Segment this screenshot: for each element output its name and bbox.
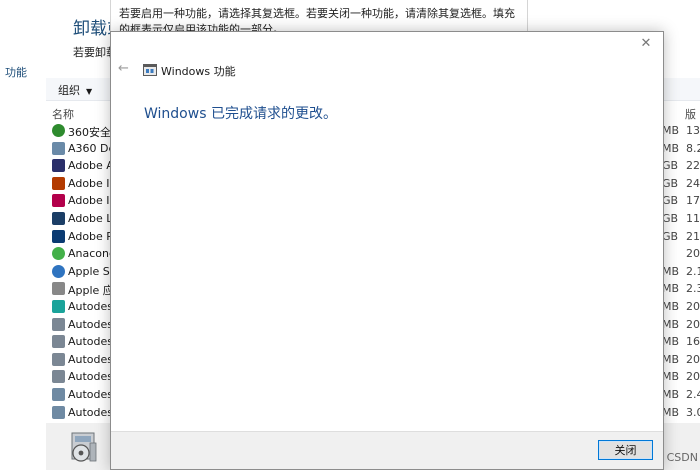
program-name: 360安全: [68, 126, 111, 139]
column-header-name[interactable]: 名称: [52, 106, 74, 122]
back-arrow-icon[interactable]: ←: [118, 61, 129, 76]
program-name: Autodes: [68, 335, 114, 349]
program-version: 17.: [686, 194, 700, 208]
eye-icon: [52, 141, 65, 155]
program-version: 3.0: [686, 405, 700, 419]
program-version: 13.: [686, 124, 700, 137]
program-size: GB: [662, 229, 679, 243]
program-name: Autodes: [68, 388, 114, 401]
watermark-text: CSDN: [666, 451, 698, 464]
program-name: Autodes: [68, 317, 114, 331]
sidebar-link-features[interactable]: 功能: [5, 64, 27, 80]
chevron-down-icon: ▼: [86, 87, 93, 96]
program-version: 8.2: [686, 141, 700, 155]
program-name: Autodes: [68, 370, 114, 384]
program-name: Adobe I: [68, 194, 110, 208]
shield-360-icon: [52, 124, 65, 137]
program-name: Adobe L: [68, 212, 113, 225]
program-version: 24.: [686, 176, 700, 190]
program-size: MB: [662, 300, 680, 313]
program-name: Adobe P: [68, 229, 113, 243]
program-name: Apple Sc: [68, 264, 116, 278]
apple-logo-icon: [52, 282, 65, 296]
adobe-acrobat-icon: [52, 159, 65, 173]
program-version: 21.: [686, 229, 700, 243]
program-name: Autodes: [68, 405, 114, 419]
program-version: 20.: [686, 300, 700, 313]
program-size: MB: [662, 282, 680, 296]
installer-box-icon: [52, 335, 65, 349]
adobe-photoshop-icon: [52, 229, 65, 243]
program-version: 11.: [686, 212, 700, 225]
program-name: Adobe A: [68, 159, 114, 173]
program-size: GB: [662, 194, 679, 208]
program-size: MB: [662, 405, 680, 419]
program-size: MB: [662, 335, 680, 349]
program-size: MB: [662, 317, 680, 331]
program-size: MB: [662, 124, 680, 137]
adobe-indesign-icon: [52, 194, 65, 208]
organize-menu-button[interactable]: 组织 ▼: [58, 82, 92, 98]
program-size: MB: [662, 352, 680, 366]
program-version: 2.3: [686, 282, 700, 296]
program-size: GB: [662, 176, 679, 190]
windows-features-dialog: ✕ ← Windows 功能 Windows 已完成请求的更改。 关闭: [110, 31, 664, 470]
installer-box-icon: [52, 370, 65, 384]
program-size: MB: [662, 141, 680, 155]
feature-help-tooltip: 若要启用一种功能，请选择其复选框。若要关闭一种功能，请清除其复选框。填充的框表示…: [110, 0, 528, 32]
program-version: 20.: [686, 370, 700, 384]
organize-label: 组织: [58, 84, 80, 97]
apple-globe-icon: [52, 264, 65, 278]
program-name: Autodes: [68, 352, 114, 366]
program-version: 20.: [686, 352, 700, 366]
installer-window-icon: [52, 388, 65, 401]
program-version: 202: [686, 247, 700, 261]
installer-box-icon: [71, 432, 97, 462]
program-name: Adobe I: [68, 176, 110, 190]
dialog-footer: 关闭: [111, 431, 663, 469]
program-name: Apple 应: [68, 284, 114, 298]
column-header-version[interactable]: 版: [685, 106, 696, 122]
close-button[interactable]: 关闭: [598, 440, 653, 460]
installer-window-icon: [52, 405, 65, 419]
program-size: MB: [662, 264, 680, 278]
program-size: MB: [662, 370, 680, 384]
program-name: Anacond: [68, 247, 116, 261]
program-name: Autodes: [68, 300, 114, 313]
program-version: 22.: [686, 159, 700, 173]
program-version: 2.1: [686, 264, 700, 278]
anaconda-ring-icon: [52, 247, 65, 261]
program-size: GB: [662, 212, 679, 225]
program-size: MB: [662, 388, 680, 401]
program-version: 2.4: [686, 388, 700, 401]
program-name: A360 De: [68, 141, 116, 155]
windows-features-icon: [143, 64, 157, 76]
completion-message: Windows 已完成请求的更改。: [144, 106, 337, 122]
adobe-illustrator-icon: [52, 176, 65, 190]
program-version: 16.: [686, 335, 700, 349]
autodesk-3-icon: [52, 300, 65, 313]
installer-box-icon: [52, 352, 65, 366]
program-size: GB: [662, 159, 679, 173]
installer-box-icon: [52, 317, 65, 331]
dialog-title: Windows 功能: [161, 65, 236, 78]
adobe-lightroom-icon: [52, 212, 65, 225]
program-version: 20.: [686, 317, 700, 331]
close-icon[interactable]: ✕: [638, 36, 654, 52]
